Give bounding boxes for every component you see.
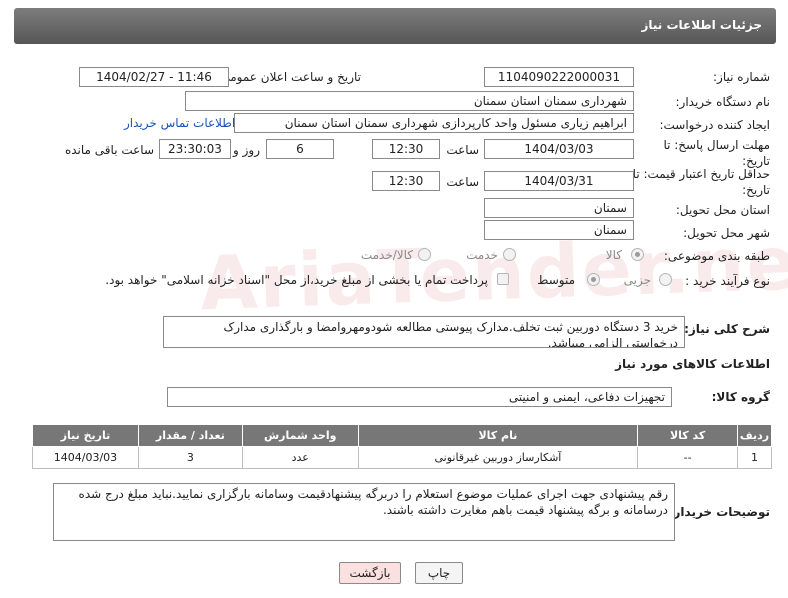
need-number-field[interactable]: 1104090222000031 [484,67,634,87]
city-label: شهر محل تحویل: [683,226,770,240]
creator-field[interactable]: ابراهیم زیاری مسئول واحد کارپردازی شهردا… [234,113,634,133]
announce-label: تاریخ و ساعت اعلان عمومی: [216,70,361,84]
remaining-time-field[interactable]: 23:30:03 [159,139,231,159]
cell-unit: عدد [241,446,359,469]
deadline-label: مهلت ارسال پاسخ: تا تاریخ: [663,138,770,168]
print-button[interactable]: چاپ [415,562,463,584]
announce-datetime-field[interactable]: 1404/02/27 - 11:46 [79,67,229,87]
process-option-medium: متوسط [537,273,575,287]
need-details-page: AriaTender.neT جزئیات اطلاعات نیاز شماره… [0,0,788,598]
days-field[interactable]: 6 [266,139,334,159]
province-field[interactable]: سمنان [484,198,634,218]
buyer-org-field[interactable]: شهرداری سمنان استان سمنان [185,91,634,111]
col-qty: تعداد / مقدار [137,424,243,447]
goods-group-label: گروه کالا: [711,390,770,404]
buyer-notes-label: توضیحات خریدار: [668,505,770,519]
category-option-service: خدمت [466,248,498,262]
category-radio-service[interactable] [503,248,516,261]
col-unit: واحد شمارش [241,424,359,447]
col-date: تاریخ نیاز [32,424,139,447]
payment-checkbox[interactable] [497,273,509,285]
category-radio-goods-service[interactable] [418,248,431,261]
cell-code: -- [637,446,739,469]
buyer-org-label: نام دستگاه خریدار: [675,95,771,109]
category-option-goods-service: کالا/خدمت [360,248,413,262]
deadline-time-label: ساعت [446,143,479,157]
province-label: استان محل تحویل: [675,203,770,217]
col-name: نام کالا [357,424,639,447]
city-field[interactable]: سمنان [484,220,634,240]
buyer-contact-link[interactable]: اطلاعات تماس خریدار [124,116,235,130]
cell-qty: 3 [137,446,243,469]
cell-name: آشکارساز دوربین غیرقانونی [357,446,639,469]
deadline-time-field[interactable]: 12:30 [372,139,440,159]
cell-date: 1404/03/03 [32,446,139,469]
process-radio-medium[interactable] [587,273,600,286]
goods-section-title: اطلاعات کالاهای مورد نیاز [615,357,770,371]
validity-time-label: ساعت [446,175,479,189]
category-label: طبقه بندی موضوعی: [663,249,770,263]
process-label: نوع فرآیند خرید : [685,274,770,288]
goods-table-header: ردیف کد کالا نام کالا واحد شمارش تعداد /… [32,424,772,447]
goods-table: ردیف کد کالا نام کالا واحد شمارش تعداد /… [32,424,772,469]
days-label: روز و [233,143,260,157]
need-number-label: شماره نیاز: [713,70,770,84]
category-option-goods: کالا [605,248,622,262]
buyer-notes-textarea[interactable]: رقم پیشنهادی جهت اجرای عملیات موضوع استع… [53,483,675,541]
table-row[interactable]: 1 -- آشکارساز دوربین غیرقانونی عدد 3 140… [32,446,772,469]
cell-row: 1 [737,446,772,469]
col-code: کد کالا [637,424,739,447]
payment-note: پرداخت تمام یا بخشی از مبلغ خرید،از محل … [105,273,488,287]
page-header: جزئیات اطلاعات نیاز [14,8,776,44]
col-row: ردیف [737,424,772,447]
process-option-minor: جزیی [623,273,651,287]
remaining-label: ساعت باقی مانده [64,143,154,157]
deadline-date-field[interactable]: 1404/03/03 [484,139,634,159]
description-textarea[interactable]: خرید 3 دستگاه دوربین ثبت تخلف.مدارک پیوس… [163,316,685,348]
goods-group-field[interactable]: تجهیزات دفاعی، ایمنی و امنیتی [167,387,672,407]
validity-label: حداقل تاریخ اعتبار قیمت: تا تاریخ: [632,167,770,197]
process-radio-minor[interactable] [659,273,672,286]
page-title: جزئیات اطلاعات نیاز [641,18,762,32]
validity-date-field[interactable]: 1404/03/31 [484,171,634,191]
creator-label: ایجاد کننده درخواست: [659,118,770,132]
validity-time-field[interactable]: 12:30 [372,171,440,191]
description-label: شرح کلی نیاز: [684,322,770,336]
category-radio-goods[interactable] [631,248,644,261]
back-button[interactable]: بازگشت [339,562,401,584]
